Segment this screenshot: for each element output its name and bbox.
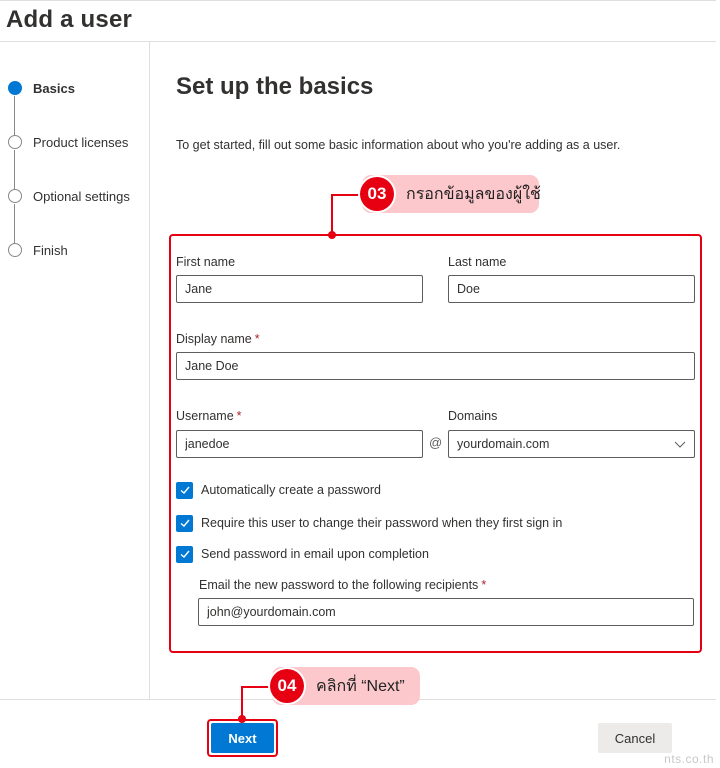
annotation-anchor-dot — [238, 715, 246, 723]
add-user-wizard: Add a user Basics Product licenses Optio… — [0, 0, 720, 768]
cancel-button[interactable]: Cancel — [598, 723, 672, 753]
step-label: Optional settings — [33, 188, 130, 204]
step-optional-settings[interactable]: Optional settings — [8, 186, 130, 206]
annotation-connector — [331, 194, 333, 236]
annotation-number: 04 — [270, 669, 304, 703]
annotation-next-highlight — [207, 719, 278, 757]
annotation-text: คลิกที่ “Next” — [316, 677, 405, 695]
step-basics[interactable]: Basics — [8, 78, 75, 98]
step-label: Finish — [33, 242, 68, 258]
header: Add a user — [0, 1, 716, 42]
annotation-number: 03 — [360, 177, 394, 211]
annotation-connector — [241, 686, 273, 688]
annotation-form-highlight — [169, 234, 702, 653]
step-label: Product licenses — [33, 134, 129, 150]
annotation-callout-03: 03 กรอกข้อมูลของผู้ใช้ — [360, 175, 541, 213]
step-pending-icon — [8, 243, 22, 257]
annotation-anchor-dot — [328, 231, 336, 239]
annotation-text: กรอกข้อมูลของผู้ใช้ — [406, 185, 541, 203]
annotation-connector — [331, 194, 363, 196]
step-connector — [14, 96, 15, 136]
watermark: nts.co.th — [664, 752, 714, 766]
step-connector — [14, 150, 15, 190]
step-finish[interactable]: Finish — [8, 240, 68, 260]
annotation-callout-04: 04 คลิกที่ “Next” — [270, 667, 420, 705]
step-active-icon — [8, 81, 22, 95]
wizard-steps-sidebar: Basics Product licenses Optional setting… — [0, 42, 150, 699]
step-pending-icon — [8, 189, 22, 203]
step-connector — [14, 204, 15, 244]
step-pending-icon — [8, 135, 22, 149]
page-title: Add a user — [6, 6, 133, 33]
step-label: Basics — [33, 80, 75, 96]
step-product-licenses[interactable]: Product licenses — [8, 132, 128, 152]
section-title: Set up the basics — [176, 73, 374, 100]
section-description: To get started, fill out some basic info… — [176, 138, 621, 152]
